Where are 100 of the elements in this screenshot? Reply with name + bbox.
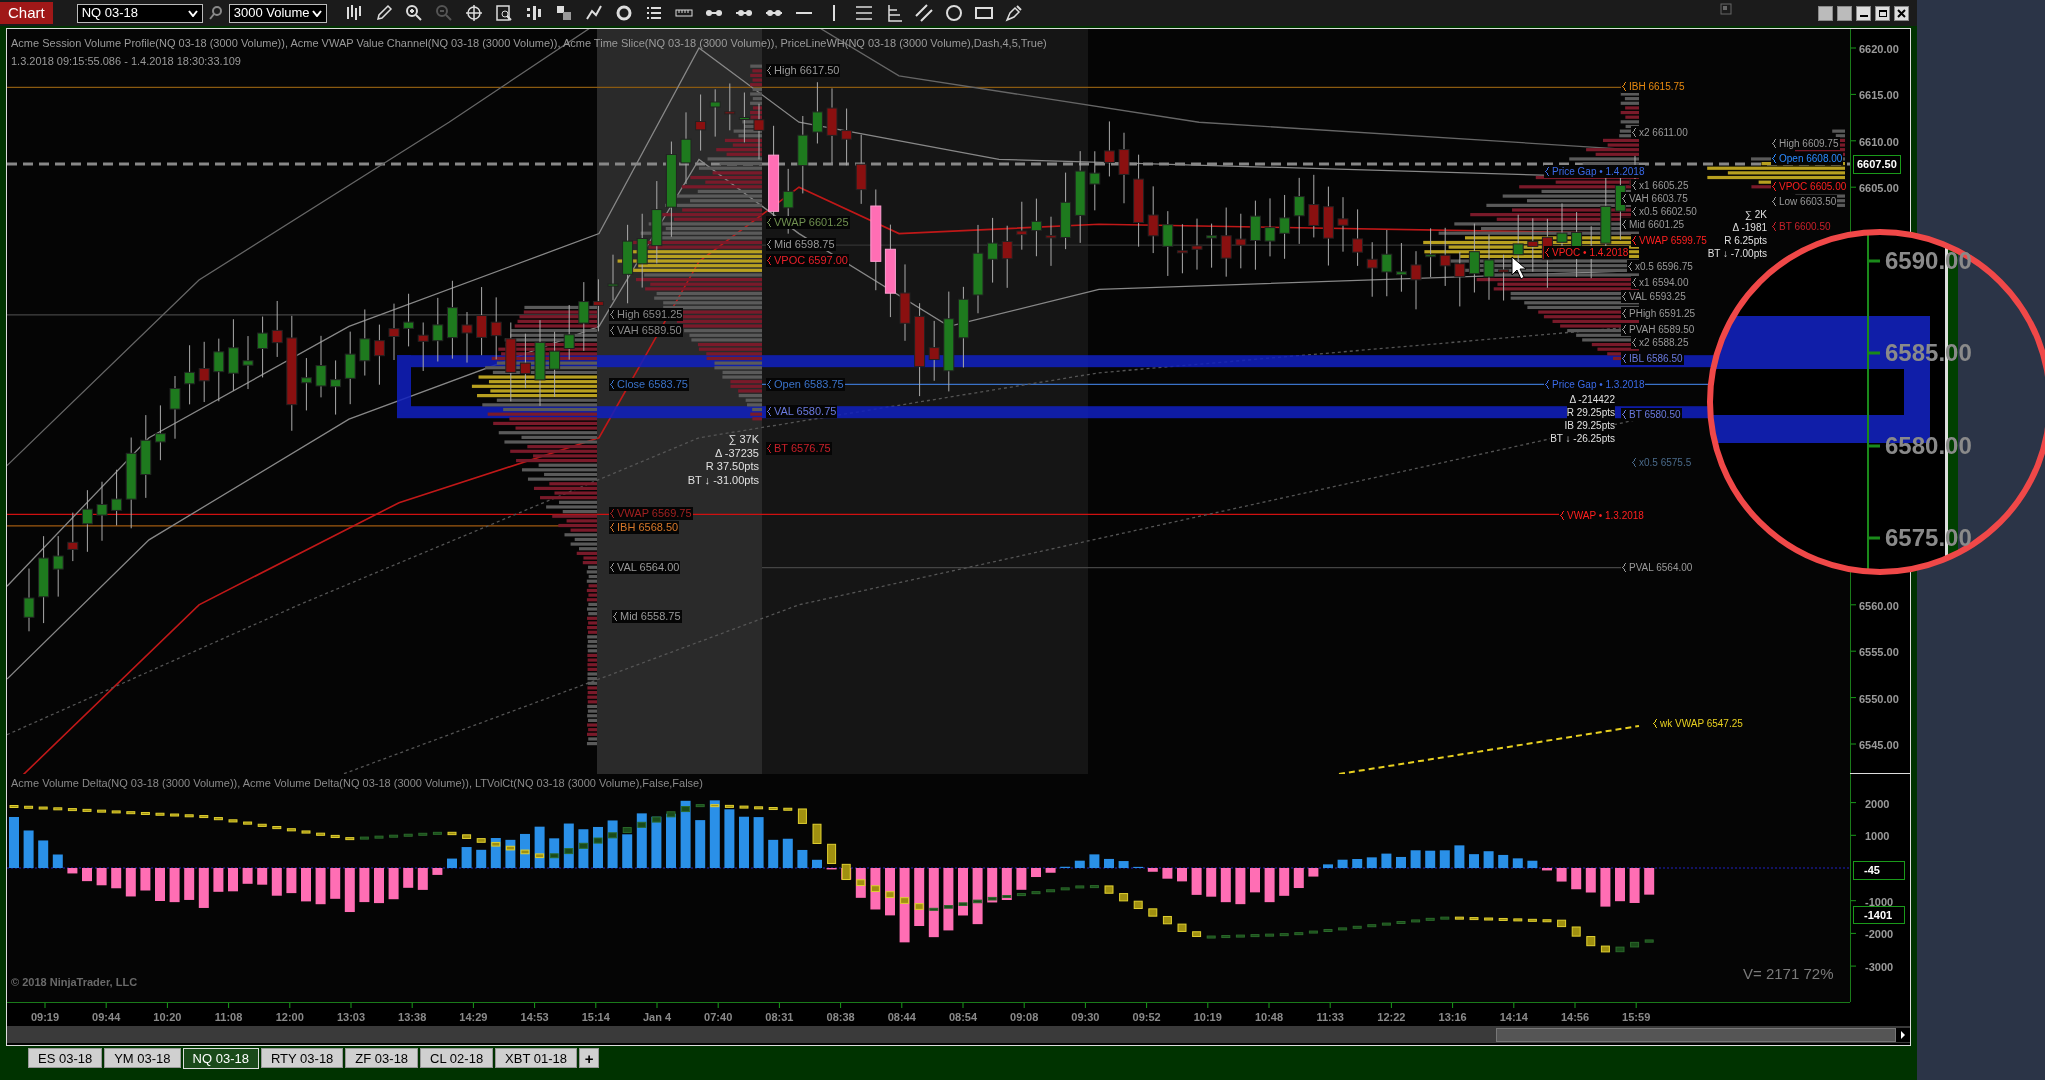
time-label: 15:59 <box>1621 1010 1652 1025</box>
axis-label: -2000 <box>1865 927 1894 943</box>
add-tab-button[interactable]: + <box>579 1048 600 1068</box>
price-label: VWAP 6601.25 <box>774 216 849 229</box>
instrument-tab[interactable]: ES 03-18 <box>28 1048 103 1068</box>
price-label: Low 6603.50 <box>1779 195 1837 208</box>
price-label: Open 6608.00 <box>1779 152 1843 165</box>
bar-type-dropdown[interactable]: 3000 Volume <box>228 3 327 23</box>
time-label: 08:54 <box>947 1010 979 1025</box>
price-label: VWAP • 1.3.2018 <box>1567 509 1644 522</box>
instrument-tab[interactable]: YM 03-18 <box>104 1048 181 1068</box>
axis-label: 1000 <box>1865 829 1890 845</box>
instrument-dropdown[interactable]: NQ 03-18 <box>76 3 203 23</box>
price-label: wk VWAP 6547.25 <box>1660 717 1743 730</box>
axis-label: 6615.00 <box>1859 88 1899 104</box>
price-label: BT 6576.75 <box>774 442 831 455</box>
price-label: Open 6583.75 <box>774 378 844 391</box>
time-label: 09:52 <box>1131 1010 1162 1025</box>
price-label: x2 6611.00 <box>1639 126 1688 139</box>
axis-label: 6550.00 <box>1859 691 1899 707</box>
instrument-tab[interactable]: RTY 03-18 <box>260 1048 344 1068</box>
time-label: 10:48 <box>1253 1010 1285 1025</box>
price-label: Mid 6601.25 <box>1629 218 1685 231</box>
stats-text: ∑ 37K <box>728 433 759 447</box>
price-label: VPOC 6597.00 <box>774 254 848 267</box>
time-label: 15:14 <box>580 1010 611 1025</box>
axis-label: 6605.00 <box>1859 181 1899 197</box>
stats-text: ∑ 2K <box>1744 208 1767 221</box>
price-label: VAL 6564.00 <box>617 561 680 574</box>
price-label: Mid 6598.75 <box>774 238 835 251</box>
axis-label: 6545.00 <box>1859 738 1899 753</box>
axis-label: 6560.00 <box>1859 598 1899 614</box>
price-label: High 6617.50 <box>774 64 840 77</box>
price-label: x0.5 6575.5 <box>1639 456 1692 469</box>
stats-text: R 37.50pts <box>705 460 759 474</box>
time-label: 13:03 <box>335 1010 367 1025</box>
price-label: Price Gap • 1.3.2018 <box>1552 378 1645 391</box>
time-label: 09:08 <box>1009 1010 1040 1025</box>
price-label: High 6591.25 <box>617 308 683 321</box>
time-label: Jan 4 <box>641 1010 673 1025</box>
time-label: 09:30 <box>1070 1010 1101 1025</box>
current-price-label: 6607.50 <box>1853 155 1901 174</box>
stats-text: R 6.25pts <box>1724 234 1767 247</box>
stats-text: BT ↓ -26.25pts <box>1550 432 1615 445</box>
price-label: PHigh 6591.25 <box>1629 307 1696 320</box>
time-label: 14:53 <box>519 1010 550 1025</box>
time-label: 13:38 <box>397 1010 428 1025</box>
time-label: 12:22 <box>1376 1010 1407 1025</box>
price-label: Mid 6558.75 <box>620 610 681 623</box>
axis-label: 6620.00 <box>1859 42 1899 57</box>
price-label: PVAL 6564.00 <box>1629 561 1693 574</box>
instrument-tab[interactable]: NQ 03-18 <box>182 1048 259 1069</box>
stats-text: Δ -214422 <box>1569 393 1615 406</box>
price-label: x0.5 6596.75 <box>1635 260 1693 273</box>
time-label: 07:40 <box>703 1010 734 1025</box>
price-label: BT 6580.50 <box>1629 408 1681 421</box>
time-label: 11:08 <box>213 1010 244 1025</box>
instrument-tab[interactable]: XBT 01-18 <box>495 1048 578 1068</box>
price-label: VAL 6580.75 <box>774 405 837 418</box>
volume-readout: V= 2171 72% <box>1743 964 1834 984</box>
time-label: 12:00 <box>274 1010 305 1025</box>
indicator-title: Acme Volume Delta(NQ 03-18 (3000 Volume)), Acme Volume Delta(NQ 03-18 (3000 Volume)), LTVolCt(NQ 03-18 (3000 Volume),False,False) <box>11 777 703 790</box>
price-label: Close 6583.75 <box>617 378 688 391</box>
price-label: x2 6588.25 <box>1639 336 1689 349</box>
axis-label: 6555.00 <box>1859 645 1899 661</box>
time-label: 09:44 <box>91 1010 122 1025</box>
time-label: 13:16 <box>1437 1010 1468 1025</box>
value-marker: -45 <box>1853 861 1905 880</box>
price-label: VPOC • 1.4.2018 <box>1552 246 1629 259</box>
time-label: 09:19 <box>29 1010 61 1025</box>
price-label: VWAP 6569.75 <box>617 507 692 520</box>
time-label: 11:33 <box>1315 1010 1345 1025</box>
stats-text: R 29.25pts <box>1566 406 1615 419</box>
time-label: 14:14 <box>1498 1010 1529 1025</box>
time-label: 08:38 <box>825 1010 856 1025</box>
time-label: 14:29 <box>458 1010 489 1025</box>
time-label: 08:44 <box>886 1010 917 1025</box>
price-label: IBH 6615.75 <box>1629 80 1685 93</box>
price-label: x1 6594.00 <box>1639 276 1689 289</box>
price-label: VWAP 6599.75 <box>1639 234 1707 247</box>
time-label: 10:19 <box>1192 1010 1223 1025</box>
copyright-text: © 2018 NinjaTrader, LLC <box>11 975 138 990</box>
value-marker: -1401 <box>1853 905 1905 925</box>
stats-text: BT ↓ -31.00pts <box>687 473 759 487</box>
chart-tab[interactable]: Chart <box>0 2 53 24</box>
axis-label: -3000 <box>1865 960 1894 976</box>
price-label: Price Gap • 1.4.2018 <box>1552 165 1645 178</box>
price-label: BT 6600.50 <box>1779 220 1831 233</box>
price-label: VAL 6593.25 <box>1629 290 1686 303</box>
instrument-tab[interactable]: CL 02-18 <box>420 1048 494 1068</box>
date-range: 1.3.2018 09:15:55.086 - 1.4.2018 18:30:33.109 <box>11 54 241 69</box>
price-label: IBL 6586.50 <box>1629 352 1683 365</box>
stats-text: Δ -1981 <box>1732 221 1767 234</box>
time-label: 14:56 <box>1559 1010 1591 1025</box>
price-label: IBH 6568.50 <box>617 521 679 534</box>
stats-text: BT ↓ -7.00pts <box>1707 247 1767 260</box>
instrument-tab[interactable]: ZF 03-18 <box>345 1048 419 1068</box>
time-label: 10:20 <box>152 1010 183 1025</box>
price-label: x0.5 6602.50 <box>1639 205 1697 218</box>
price-label: x1 6605.25 <box>1639 179 1689 192</box>
